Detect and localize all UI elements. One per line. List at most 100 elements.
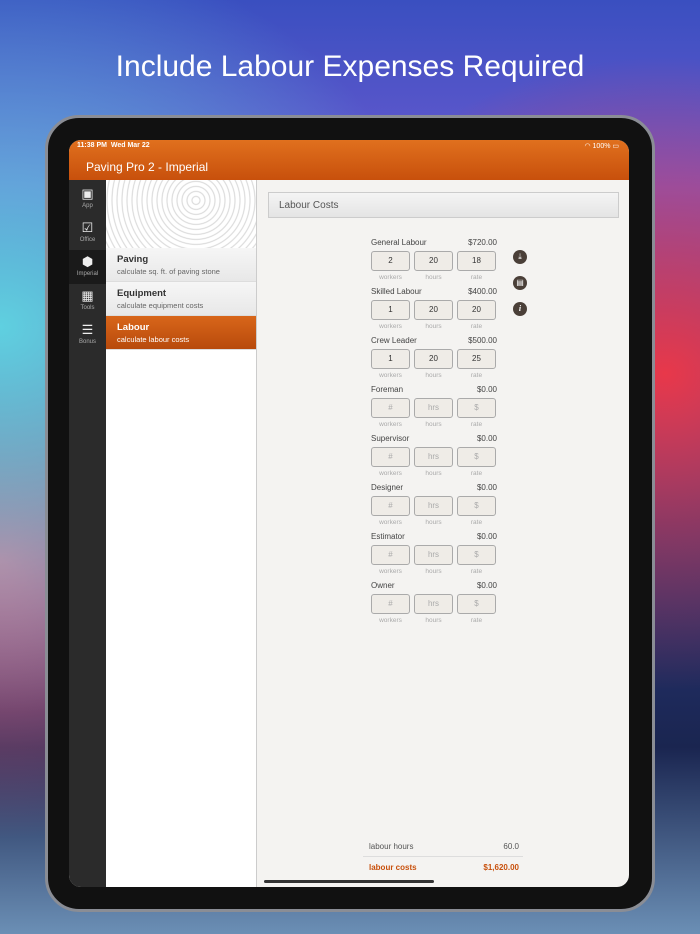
rate-input[interactable]: 25: [457, 349, 496, 369]
app-screen: 11:38 PM Wed Mar 22 ◠ 100% ▭ Paving Pro …: [69, 140, 629, 887]
row-amount: $0.00: [476, 385, 497, 394]
workers-input[interactable]: 1: [371, 300, 410, 320]
hours-input[interactable]: 20: [414, 349, 453, 369]
workers-input[interactable]: #: [371, 447, 410, 467]
calendar-icon: ▦: [81, 288, 94, 303]
menu-item-paving[interactable]: Paving calculate sq. ft. of paving stone: [106, 248, 256, 282]
tab-label: Tools: [80, 305, 95, 311]
row-amount: $0.00: [476, 434, 497, 443]
divider: [363, 856, 523, 857]
tab-label: Bonus: [78, 339, 96, 345]
tab-bonus[interactable]: ☰ Bonus: [69, 318, 106, 352]
checkbox-icon: ☑: [81, 220, 94, 235]
detail-pane: Labour Costs ⤓ ▤ i labour hours 60.0 labo…: [258, 180, 629, 887]
hours-caption: hours: [425, 568, 442, 575]
workers-caption: workers: [379, 617, 402, 624]
menu-item-title: Equipment: [117, 288, 167, 299]
hours-input[interactable]: hrs: [414, 594, 453, 614]
labour-row: Designer $0.00 # hrs $ workers hours rate: [371, 483, 497, 526]
promo-headline: Include Labour Expenses Required: [115, 50, 585, 83]
cost-label: labour costs: [369, 863, 417, 872]
hours-input[interactable]: hrs: [414, 496, 453, 516]
tab-office[interactable]: ☑ Office: [69, 216, 106, 250]
home-indicator: [264, 880, 434, 883]
workers-input[interactable]: #: [371, 594, 410, 614]
labour-row: Owner $0.00 # hrs $ workers hours rate: [371, 581, 497, 624]
hours-value: 60.0: [503, 842, 519, 851]
menu-item-title: Labour: [117, 322, 150, 333]
hours-caption: hours: [425, 519, 442, 526]
row-amount: $0.00: [476, 581, 497, 590]
workers-input[interactable]: #: [371, 398, 410, 418]
section-header: Labour Costs: [268, 192, 619, 218]
row-amount: $0.00: [476, 483, 497, 492]
workers-input[interactable]: 1: [371, 349, 410, 369]
cube-icon: ⬢: [81, 254, 94, 269]
workers-input[interactable]: #: [371, 496, 410, 516]
hours-caption: hours: [425, 617, 442, 624]
rate-caption: rate: [470, 617, 483, 624]
menu-item-subtitle: calculate sq. ft. of paving stone: [117, 267, 220, 276]
hours-input[interactable]: 20: [414, 251, 453, 271]
row-label: Crew Leader: [371, 336, 417, 345]
rate-caption: rate: [470, 274, 483, 281]
tab-tools[interactable]: ▦ Tools: [69, 284, 106, 318]
battery-status: ◠ 100% ▭: [584, 143, 619, 150]
save-icon[interactable]: ⤓: [513, 250, 527, 264]
menu-item-subtitle: calculate labour costs: [117, 335, 190, 344]
menu-item-labour[interactable]: Labour calculate labour costs: [106, 316, 256, 350]
rate-input[interactable]: 20: [457, 300, 496, 320]
tab-label: Imperial: [76, 271, 99, 277]
hours-input[interactable]: hrs: [414, 398, 453, 418]
time: 11:38 PM: [77, 142, 107, 149]
rate-caption: rate: [470, 372, 483, 379]
tab-label: App: [82, 203, 93, 209]
rate-input[interactable]: $: [457, 496, 496, 516]
rate-caption: rate: [470, 519, 483, 526]
banner-image: [106, 180, 256, 248]
rate-input[interactable]: $: [457, 545, 496, 565]
rate-input[interactable]: $: [457, 594, 496, 614]
hours-label: labour hours: [369, 842, 414, 851]
hours-caption: hours: [425, 421, 442, 428]
workers-input[interactable]: 2: [371, 251, 410, 271]
hours-input[interactable]: hrs: [414, 545, 453, 565]
row-label: Supervisor: [371, 434, 410, 443]
labour-row: Crew Leader $500.00 1 20 25 workers hours rat…: [371, 336, 497, 379]
rate-input[interactable]: $: [457, 398, 496, 418]
labour-row: General Labour $720.00 2 20 18 workers hours…: [371, 238, 497, 281]
rate-caption: rate: [470, 323, 483, 330]
info-icon[interactable]: i: [513, 302, 527, 316]
title-bar: 11:38 PM Wed Mar 22 ◠ 100% ▭ Paving Pro …: [69, 140, 629, 180]
tab-label: Office: [79, 237, 96, 243]
labour-hours-total: labour hours 60.0: [369, 842, 519, 851]
trash-icon[interactable]: ▤: [513, 276, 527, 290]
rate-input[interactable]: $: [457, 447, 496, 467]
row-label: Estimator: [371, 532, 405, 541]
tab-app[interactable]: ▣ App: [69, 182, 106, 216]
tab-imperial[interactable]: ⬢ Imperial: [69, 250, 106, 284]
workers-caption: workers: [379, 372, 402, 379]
hours-caption: hours: [425, 470, 442, 477]
battery-level: 100%: [592, 143, 611, 150]
hours-input[interactable]: hrs: [414, 447, 453, 467]
hours-input[interactable]: 20: [414, 300, 453, 320]
labour-row: Skilled Labour $400.00 1 20 20 workers hours…: [371, 287, 497, 330]
master-list: Paving calculate sq. ft. of paving stone E…: [106, 180, 257, 887]
row-amount: $720.00: [468, 238, 497, 247]
row-amount: $400.00: [468, 287, 497, 296]
workers-caption: workers: [379, 274, 402, 281]
app-title: Paving Pro 2 - Imperial: [86, 160, 209, 174]
hours-caption: hours: [425, 274, 442, 281]
menu-item-equipment[interactable]: Equipment calculate equipment costs: [106, 282, 256, 316]
row-amount: $500.00: [468, 336, 497, 345]
date: Wed Mar 22: [110, 142, 150, 149]
chat-icon: ▣: [81, 186, 94, 201]
workers-input[interactable]: #: [371, 545, 410, 565]
rate-input[interactable]: 18: [457, 251, 496, 271]
row-label: Skilled Labour: [371, 287, 422, 296]
workers-caption: workers: [379, 519, 402, 526]
list-icon: ☰: [81, 322, 94, 337]
menu-item-title: Paving: [117, 254, 149, 265]
row-label: General Labour: [371, 238, 427, 247]
